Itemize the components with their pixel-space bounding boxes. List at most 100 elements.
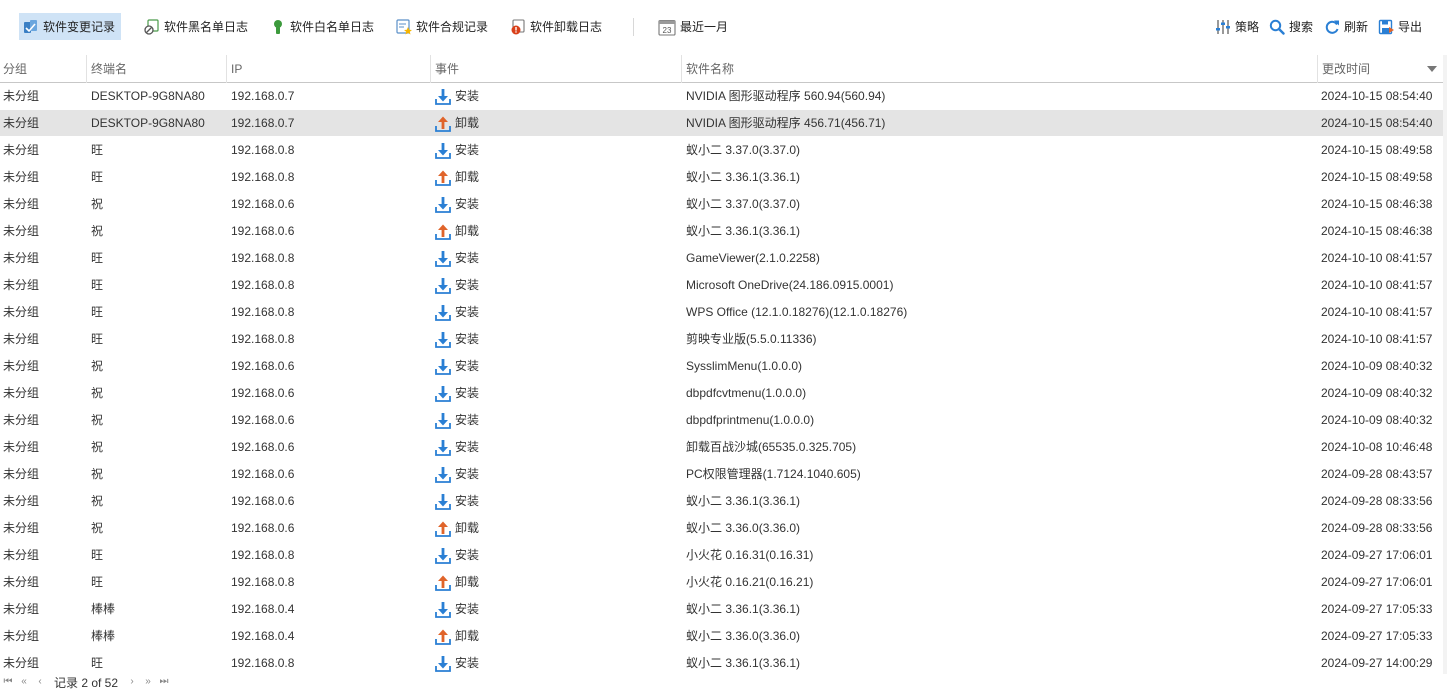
- cell-software-name: dbpdfprintmenu(1.0.0.0): [686, 413, 815, 427]
- table-row[interactable]: 未分组 旺 192.168.0.8 安装 Microsoft OneDrive(24.1…: [0, 272, 1443, 299]
- refresh-button[interactable]: 刷新: [1320, 13, 1374, 40]
- toolbar: 软件变更记录 软件黑名单日志 软件白名单日志 软件合规记录 软件卸载日志 23 …: [0, 0, 1447, 54]
- cell-terminal: 祝: [91, 386, 104, 400]
- tab-software-blacklist-log[interactable]: 软件黑名单日志: [140, 13, 254, 40]
- tab-label: 软件卸载日志: [530, 20, 603, 34]
- table-row[interactable]: 未分组 祝 192.168.0.6 安装 卸载百战沙城(65535.0.325.705)…: [0, 434, 1443, 461]
- column-header-ip[interactable]: IP: [226, 55, 430, 83]
- table-row[interactable]: 未分组 祝 192.168.0.6 卸载 蚁小二 3.36.1(3.36.1) 2024-…: [0, 218, 1443, 245]
- cell-ip: 192.168.0.8: [231, 332, 295, 346]
- table-row[interactable]: 未分组 旺 192.168.0.8 安装 蚁小二 3.37.0(3.37.0) 2024-…: [0, 137, 1443, 164]
- vertical-scrollbar[interactable]: [1443, 55, 1447, 675]
- table-row[interactable]: 未分组 祝 192.168.0.6 安装 PC权限管理器(1.7124.1040.605…: [0, 461, 1443, 488]
- search-label: 搜索: [1289, 20, 1314, 34]
- table-row[interactable]: 未分组 棒棒 192.168.0.4 卸载 蚁小二 3.36.0(3.36.0) 2024…: [0, 623, 1443, 650]
- sliders-icon: [1215, 19, 1231, 35]
- cell-ip: 192.168.0.8: [231, 656, 295, 670]
- table-row[interactable]: 未分组 祝 192.168.0.6 安装 蚁小二 3.37.0(3.37.0) 2024-…: [0, 191, 1443, 218]
- cell-terminal: 旺: [91, 251, 104, 265]
- table-row[interactable]: 未分组 旺 192.168.0.8 安装 WPS Office (12.1.0.1827…: [0, 299, 1443, 326]
- cell-ip: 192.168.0.6: [231, 494, 295, 508]
- cell-software-name: WPS Office (12.1.0.18276)(12.1.0.18276): [686, 305, 908, 319]
- table-row[interactable]: 未分组 旺 192.168.0.8 安装 剪映专业版(5.5.0.11336) 2024-…: [0, 326, 1443, 353]
- uninstall-icon: [434, 223, 452, 241]
- cell-group: 未分组: [3, 467, 40, 481]
- cell-software-name: PC权限管理器(1.7124.1040.605): [686, 467, 861, 481]
- pagination-bar: ⏮ « ‹ 记录 2 of 52 › » ⏭: [0, 674, 1447, 690]
- cell-terminal: 旺: [91, 548, 104, 562]
- column-header-software[interactable]: 软件名称: [681, 55, 1317, 83]
- install-icon: [434, 412, 452, 430]
- tab-software-uninstall-log[interactable]: 软件卸载日志: [506, 13, 608, 40]
- column-header-terminal[interactable]: 终端名: [86, 55, 226, 83]
- cell-software-name: NVIDIA 图形驱动程序 560.94(560.94): [686, 89, 886, 103]
- cell-software-name: 剪映专业版(5.5.0.11336): [686, 332, 817, 346]
- cell-software-name: GameViewer(2.1.0.2258): [686, 251, 820, 265]
- column-header-time[interactable]: 更改时间: [1317, 55, 1443, 83]
- cell-event: 安装: [434, 191, 680, 218]
- cell-group: 未分组: [3, 251, 40, 265]
- table-row[interactable]: 未分组 棒棒 192.168.0.4 安装 蚁小二 3.36.1(3.36.1) 2024…: [0, 596, 1443, 623]
- sort-descending-icon[interactable]: [1427, 66, 1437, 72]
- table-row[interactable]: 未分组 旺 192.168.0.8 卸载 蚁小二 3.36.1(3.36.1) 2024-…: [0, 164, 1443, 191]
- column-header-group[interactable]: 分组: [0, 55, 86, 83]
- column-header-event[interactable]: 事件: [430, 55, 681, 83]
- cell-ip: 192.168.0.6: [231, 224, 295, 238]
- tab-software-compliance-log[interactable]: 软件合规记录: [392, 13, 494, 40]
- table-row[interactable]: 未分组旺 192.168.0.8 安装 蚁小二 3.36.1(3.36.1) 2024-…: [0, 650, 1443, 677]
- table-row[interactable]: 未分组 旺 192.168.0.8 安装 GameViewer(2.1.0.2258) 2…: [0, 245, 1443, 272]
- table-row[interactable]: 未分组 DESKTOP-9G8NA80 192.168.0.7 卸载 NVIDIA 图形…: [0, 110, 1443, 137]
- next-group-button[interactable]: »: [140, 675, 156, 689]
- cell-software-name: Microsoft OneDrive(24.186.0915.0001): [686, 278, 894, 292]
- table-row[interactable]: 未分组 祝 192.168.0.6 安装 dbpdfcvtmenu(1.0.0.0) 20…: [0, 380, 1443, 407]
- cell-software-name: 小火花 0.16.31(0.16.31): [686, 548, 814, 562]
- event-label: 安装: [455, 494, 480, 508]
- cell-ip: 192.168.0.8: [231, 170, 295, 184]
- prev-page-button[interactable]: ‹: [32, 675, 48, 689]
- search-button[interactable]: 搜索: [1265, 13, 1319, 40]
- tab-software-whitelist-log[interactable]: 软件白名单日志: [266, 13, 380, 40]
- table-row[interactable]: 未分组 祝 192.168.0.6 安装 dbpdfprintmenu(1.0.0.0)…: [0, 407, 1443, 434]
- event-label: 卸载: [455, 116, 480, 130]
- cell-group: 未分组: [3, 602, 40, 616]
- cell-terminal: 旺: [91, 170, 104, 184]
- cell-software-name: NVIDIA 图形驱动程序 456.71(456.71): [686, 116, 886, 130]
- tab-label: 软件黑名单日志: [164, 20, 249, 34]
- date-range-select[interactable]: 23 最近一月: [654, 13, 734, 40]
- prev-group-button[interactable]: «: [16, 675, 32, 689]
- table-row[interactable]: 未分组 DESKTOP-9G8NA80 192.168.0.7 安装 NVIDIA 图形…: [0, 83, 1443, 110]
- event-label: 安装: [455, 359, 480, 373]
- cell-group: 未分组: [3, 386, 40, 400]
- uninstall-log-icon: [510, 18, 526, 35]
- uninstall-icon: [434, 520, 452, 538]
- table-row[interactable]: 未分组 祝 192.168.0.6 安装 SysslimMenu(1.0.0.0) 202…: [0, 353, 1443, 380]
- cell-event: 安装: [434, 488, 680, 515]
- cell-ip: 192.168.0.4: [231, 602, 295, 616]
- table-row[interactable]: 未分组 祝 192.168.0.6 安装 蚁小二 3.36.1(3.36.1) 2024-…: [0, 488, 1443, 515]
- cell-event: 安装: [434, 434, 680, 461]
- table-row[interactable]: 未分组 旺 192.168.0.8 卸载 小火花 0.16.21(0.16.21) 202…: [0, 569, 1443, 596]
- cell-terminal: 祝: [91, 467, 104, 481]
- uninstall-icon: [434, 169, 452, 187]
- cell-ip: 192.168.0.6: [231, 521, 295, 535]
- policy-button[interactable]: 策略: [1211, 13, 1265, 40]
- last-page-button[interactable]: ⏭: [156, 675, 172, 689]
- install-icon: [434, 277, 452, 295]
- tab-software-change-log[interactable]: 软件变更记录: [19, 13, 122, 40]
- export-button[interactable]: 导出: [1374, 13, 1428, 40]
- cell-event: 安装: [434, 542, 680, 569]
- next-page-button[interactable]: ›: [124, 675, 140, 689]
- cell-change-time: 2024-10-15 08:54:40: [1321, 116, 1433, 130]
- cell-ip: 192.168.0.6: [231, 359, 295, 373]
- cell-software-name: 蚁小二 3.37.0(3.37.0): [686, 143, 801, 157]
- table-row[interactable]: 未分组 旺 192.168.0.8 安装 小火花 0.16.31(0.16.31) 202…: [0, 542, 1443, 569]
- table-row[interactable]: 未分组 祝 192.168.0.6 卸载 蚁小二 3.36.0(3.36.0) 2024-…: [0, 515, 1443, 542]
- uninstall-icon: [434, 628, 452, 646]
- first-page-button[interactable]: ⏮: [0, 675, 16, 689]
- cell-ip: 192.168.0.6: [231, 440, 295, 454]
- cell-terminal: 祝: [91, 224, 104, 238]
- calendar-day-text: 23: [663, 26, 672, 35]
- event-label: 安装: [455, 197, 480, 211]
- policy-label: 策略: [1235, 20, 1260, 34]
- cell-terminal: DESKTOP-9G8NA80: [91, 116, 205, 130]
